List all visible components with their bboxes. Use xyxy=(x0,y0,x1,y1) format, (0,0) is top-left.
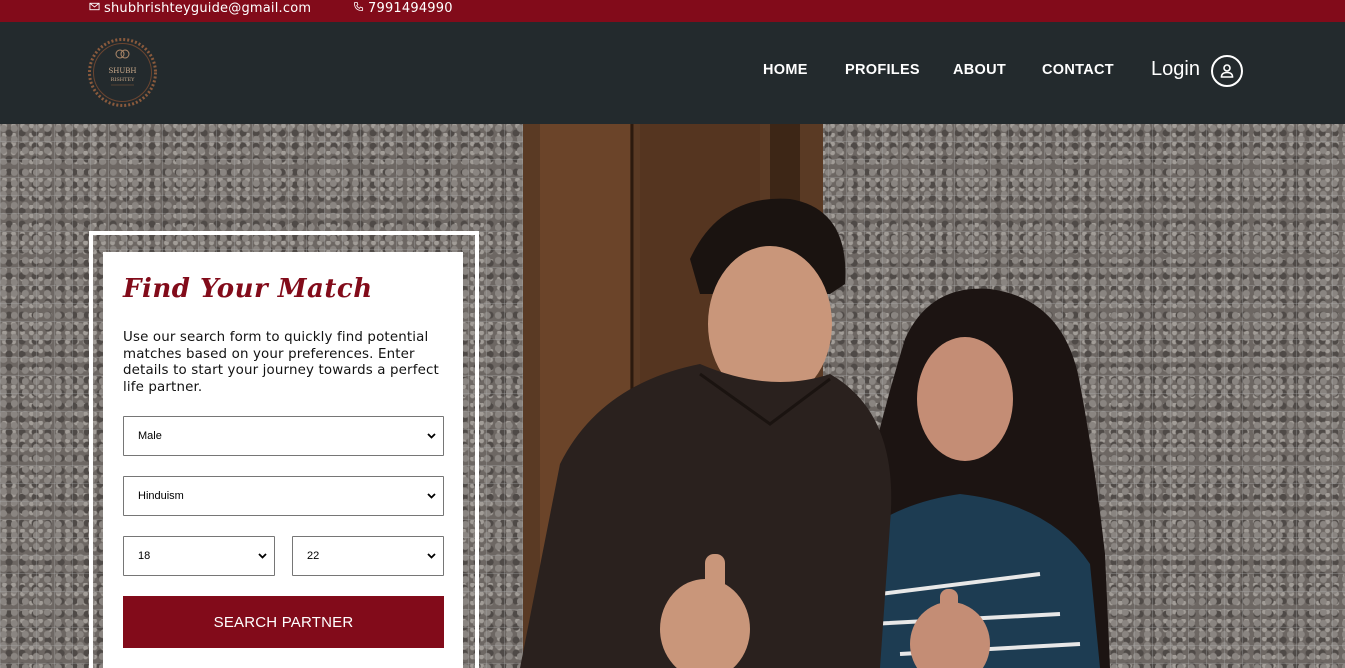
age-to-select[interactable]: 22 xyxy=(292,536,444,576)
top-contact-bar: shubhrishteyguide@gmail.com 7991494990 xyxy=(0,0,1345,22)
gender-select[interactable]: Male xyxy=(123,416,444,456)
phone-text: 7991494990 xyxy=(368,0,453,16)
user-icon[interactable] xyxy=(1211,55,1243,87)
age-from-value: 18 xyxy=(138,550,151,562)
search-title: Find Your Match xyxy=(123,274,373,304)
contact-email[interactable]: shubhrishteyguide@gmail.com xyxy=(89,0,311,16)
contact-phone[interactable]: 7991494990 xyxy=(353,0,453,16)
login-link[interactable]: Login xyxy=(1151,58,1200,81)
email-text: shubhrishteyguide@gmail.com xyxy=(104,0,312,16)
phone-icon xyxy=(353,1,364,16)
logo-text-2: RISHTEY xyxy=(111,77,136,83)
search-description: Use our search form to quickly find pote… xyxy=(123,330,439,396)
age-from-select[interactable]: 18 xyxy=(123,536,275,576)
gender-value: Male xyxy=(138,430,162,442)
chevron-down-icon xyxy=(427,433,436,439)
site-logo[interactable]: SHUBH RISHTEY xyxy=(87,37,158,108)
nav-home[interactable]: HOME xyxy=(763,62,808,78)
search-card: Find Your Match Use our search form to q… xyxy=(103,252,463,668)
religion-value: Hinduism xyxy=(138,490,184,502)
chevron-down-icon xyxy=(427,553,436,559)
age-to-value: 22 xyxy=(307,550,320,562)
chevron-down-icon xyxy=(258,553,267,559)
chevron-down-icon xyxy=(427,493,436,499)
nav-profiles[interactable]: PROFILES xyxy=(845,62,920,78)
main-navbar: SHUBH RISHTEY HOME PROFILES ABOUT CONTAC… xyxy=(0,22,1345,124)
nav-about[interactable]: ABOUT xyxy=(953,62,1006,78)
nav-contact[interactable]: CONTACT xyxy=(1042,62,1114,78)
religion-select[interactable]: Hinduism xyxy=(123,476,444,516)
logo-text-1: SHUBH xyxy=(108,67,136,75)
mail-icon xyxy=(89,1,100,16)
search-partner-button[interactable]: SEARCH PARTNER xyxy=(123,596,444,648)
